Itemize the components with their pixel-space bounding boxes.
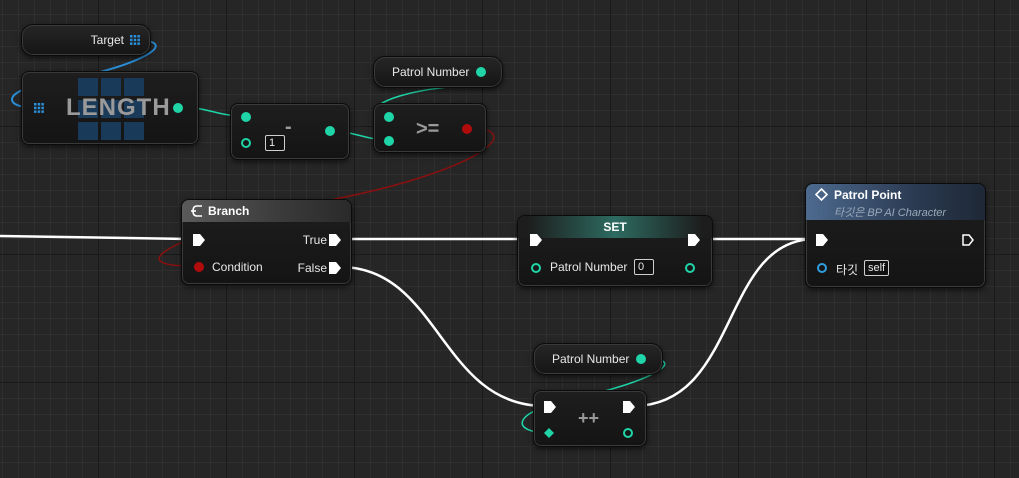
- branch-false-pin[interactable]: [329, 262, 341, 274]
- array-input-pin-icon[interactable]: [34, 103, 44, 113]
- branch-false-label: False: [297, 261, 327, 275]
- branch-title: Branch: [208, 204, 250, 218]
- subtract-input-b-pin[interactable]: [241, 138, 251, 148]
- patrol-point-node[interactable]: Patrol Point 타깃은 BP AI Character 타깃 self: [805, 183, 986, 288]
- set-exec-in-pin[interactable]: [530, 234, 542, 246]
- increment-exec-in-pin[interactable]: [544, 401, 556, 413]
- compare-input-b-pin[interactable]: [384, 136, 394, 146]
- patrol-point-exec-out-pin[interactable]: [962, 234, 974, 246]
- patrol-point-target-pin[interactable]: [817, 263, 827, 273]
- set-pin-label: Patrol Number: [550, 260, 628, 274]
- increment-ref-input-pin[interactable]: [544, 428, 554, 438]
- length-node[interactable]: LENGTH: [21, 71, 199, 145]
- set-default-value[interactable]: 0: [634, 259, 654, 275]
- patrol-point-exec-in-pin[interactable]: [816, 234, 828, 246]
- set-value-input-pin[interactable]: [531, 263, 541, 273]
- exec-wire-in: [0, 234, 190, 241]
- length-output-pin[interactable]: [173, 103, 183, 113]
- subtract-output-pin[interactable]: [325, 126, 335, 136]
- increment-operator: ++: [578, 408, 600, 428]
- branch-header: Branch: [182, 200, 351, 222]
- set-value-output-pin[interactable]: [685, 263, 695, 273]
- compare-operator: >=: [416, 118, 440, 140]
- subtract-node[interactable]: - 1: [230, 103, 350, 160]
- length-title: LENGTH: [66, 94, 171, 121]
- set-exec-out-pin[interactable]: [688, 234, 700, 246]
- increment-output-pin[interactable]: [623, 428, 633, 438]
- subtract-default-value[interactable]: 1: [265, 135, 285, 151]
- increment-exec-out-pin[interactable]: [623, 401, 635, 413]
- patrol-number-getter-bottom[interactable]: Patrol Number: [533, 343, 663, 375]
- set-header: SET: [518, 216, 712, 238]
- patrol-number-bottom-output-pin[interactable]: [636, 354, 646, 364]
- compare-output-pin[interactable]: [462, 124, 472, 134]
- branch-exec-in-pin[interactable]: [193, 234, 205, 246]
- compare-input-a-pin[interactable]: [384, 112, 394, 122]
- patrol-point-subtitle: 타깃은 BP AI Character: [834, 207, 947, 219]
- branch-icon: [191, 205, 202, 217]
- patrol-number-bottom-label: Patrol Number: [552, 352, 630, 366]
- branch-true-label: True: [302, 233, 327, 247]
- branch-node[interactable]: Branch True Condition False: [181, 199, 352, 285]
- patrol-point-header: Patrol Point 타깃은 BP AI Character: [806, 184, 985, 220]
- target-variable-node[interactable]: Target: [21, 24, 151, 56]
- array-grid-icon[interactable]: [130, 35, 140, 45]
- target-label: Target: [90, 33, 124, 47]
- patrol-number-label: Patrol Number: [392, 65, 470, 79]
- patrol-point-target-value[interactable]: self: [864, 260, 890, 276]
- set-node[interactable]: SET Patrol Number 0: [517, 215, 713, 287]
- greater-equal-node[interactable]: >=: [373, 103, 487, 153]
- patrol-number-output-pin[interactable]: [476, 67, 486, 77]
- patrol-point-target-label: 타깃: [836, 263, 859, 277]
- set-title: SET: [603, 220, 627, 234]
- subtract-operator: -: [285, 116, 292, 138]
- branch-true-pin[interactable]: [329, 234, 341, 246]
- function-diamond-icon: [815, 188, 828, 201]
- increment-node[interactable]: ++: [533, 390, 647, 447]
- exec-wire-false-inc: [339, 265, 546, 408]
- branch-condition-pin[interactable]: [194, 262, 204, 272]
- patrol-point-title: Patrol Point: [834, 188, 902, 202]
- subtract-input-a-pin[interactable]: [241, 112, 251, 122]
- patrol-number-getter-top[interactable]: Patrol Number: [373, 56, 503, 88]
- branch-condition-label: Condition: [212, 260, 263, 274]
